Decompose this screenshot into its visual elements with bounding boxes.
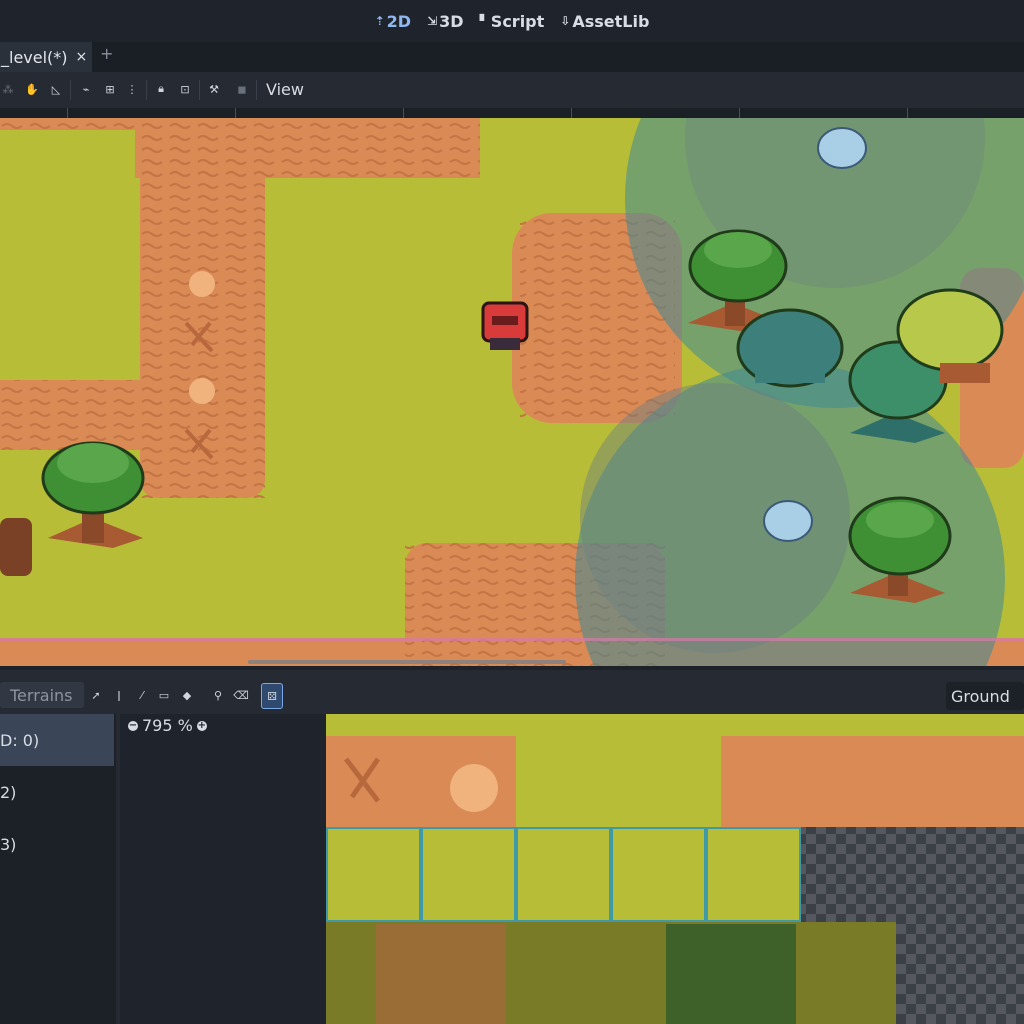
- tile-atlas-view[interactable]: [326, 714, 1024, 1024]
- ruler-tick: [403, 108, 404, 118]
- tab-script[interactable]: ▘ Script: [480, 12, 545, 31]
- pebble: [189, 378, 215, 404]
- bucket-tool-icon[interactable]: ◆: [180, 688, 194, 702]
- zoom-level: 795 %: [142, 716, 193, 735]
- assetlib-icon: ⇩: [560, 14, 571, 28]
- scene-tabs-bar: _level(*) ×: [0, 42, 1024, 72]
- camera-limit-line: [0, 638, 1024, 641]
- camera-override-icon[interactable]: ◼: [234, 81, 250, 97]
- list-item-label: 3): [0, 834, 17, 854]
- add-tab-button[interactable]: +: [100, 44, 113, 63]
- ruler-tick: [571, 108, 572, 118]
- script-icon: ▘: [479, 14, 489, 28]
- tab-3d-label: 3D: [439, 11, 464, 31]
- layer-select[interactable]: Ground: [946, 682, 1024, 710]
- toolbar-separator: [256, 80, 257, 100]
- tab-assetlib[interactable]: ⇩ AssetLib: [560, 12, 649, 31]
- ruler-tick: [67, 108, 68, 118]
- tilemap-panel-bar: [0, 670, 1024, 714]
- toolbar-separator: [70, 80, 71, 100]
- canvas-toolbar: ⁂ ✋ ◺ ⌁ ⊞ ⋮ 🔒︎ ⊡ ⚒ ◼: [0, 72, 1024, 108]
- scene-viewport[interactable]: [0, 118, 1024, 666]
- group-icon[interactable]: ⊡: [177, 81, 193, 97]
- list-item-label: 2): [0, 782, 17, 802]
- more-options-icon[interactable]: ⋮: [124, 81, 140, 97]
- ruler-tick: [739, 108, 740, 118]
- grass-patch: [265, 178, 480, 538]
- smart-snap-icon[interactable]: ⌁: [78, 81, 94, 97]
- eraser-tool-icon[interactable]: ⌫: [233, 688, 249, 702]
- zoom-in-icon[interactable]: +: [196, 720, 207, 731]
- atlas-tile-dirt: [721, 736, 1024, 827]
- main-mode-tabs: ⇡ 2D ⇲ 3D ▘ Script ⇩ AssetLib: [0, 0, 1024, 42]
- tilemap-canvas[interactable]: [0, 118, 1024, 666]
- list-item[interactable]: 2): [0, 766, 114, 818]
- toolbar-separator: [199, 80, 200, 100]
- toolbar-separator: [146, 80, 147, 100]
- atlas-zoom-area: [120, 714, 326, 1024]
- paint-tool-icon[interactable]: ǀ: [112, 688, 126, 702]
- ruler-tick: [907, 108, 908, 118]
- terrain-set-list: D: 0) 2) 3): [0, 714, 116, 1024]
- pebble: [450, 764, 498, 812]
- bird-sprite: [763, 500, 813, 542]
- tile-atlas-canvas[interactable]: [326, 714, 1024, 1024]
- tab-2d[interactable]: ⇡ 2D: [375, 12, 411, 31]
- view-menu-button[interactable]: View: [266, 80, 304, 99]
- pan-hand-icon[interactable]: ✋: [24, 81, 40, 97]
- 3d-icon: ⇲: [427, 14, 438, 28]
- 2d-icon: ⇡: [374, 14, 385, 28]
- bone-icon[interactable]: ⚒: [206, 81, 222, 97]
- scene-tab-label: _level(*): [1, 47, 68, 67]
- ruler-icon[interactable]: ◺: [48, 81, 64, 97]
- editor-top-bar: ⇡ 2D ⇲ 3D ▘ Script ⇩ AssetLib: [0, 0, 1024, 42]
- dice-icon: ⚄: [267, 689, 277, 703]
- close-tab-icon[interactable]: ×: [76, 49, 88, 65]
- list-item[interactable]: 3): [0, 818, 114, 870]
- picker-tool-icon[interactable]: ⚲: [211, 688, 225, 702]
- scene-tab-level[interactable]: _level(*) ×: [0, 42, 92, 72]
- select-icon[interactable]: ⁂: [0, 81, 16, 97]
- layer-select-value: Ground: [951, 686, 1010, 706]
- bird-sprite: [817, 127, 867, 169]
- list-item[interactable]: D: 0): [0, 714, 114, 766]
- tree: [736, 308, 844, 388]
- select-tool-icon[interactable]: ➚: [89, 688, 103, 702]
- lock-icon[interactable]: 🔒︎: [153, 81, 169, 97]
- zoom-out-icon[interactable]: −: [128, 720, 138, 731]
- ruler-tick: [235, 108, 236, 118]
- list-item-label: D: 0): [0, 730, 40, 750]
- tab-3d[interactable]: ⇲ 3D: [427, 12, 463, 31]
- grid-snap-icon[interactable]: ⊞: [102, 81, 118, 97]
- terrain-tiles-row: [326, 827, 801, 922]
- pebble: [189, 271, 215, 297]
- line-tool-icon[interactable]: ⁄: [135, 688, 149, 702]
- random-tile-toggle[interactable]: ⚄: [261, 683, 283, 709]
- tab-assetlib-label: AssetLib: [572, 11, 650, 31]
- grass-patch: [0, 130, 135, 378]
- stump: [0, 518, 32, 576]
- terrains-tab-label: Terrains: [10, 685, 73, 705]
- dim-tiles-row: [326, 922, 896, 1024]
- tab-script-label: Script: [490, 11, 545, 31]
- terrains-tab[interactable]: Terrains: [0, 682, 84, 708]
- tab-2d-label: 2D: [386, 11, 412, 31]
- viewport-h-scrollbar[interactable]: [248, 660, 566, 664]
- rect-tool-icon[interactable]: ▭: [157, 688, 171, 702]
- zoom-control: − 795 % +: [128, 716, 207, 735]
